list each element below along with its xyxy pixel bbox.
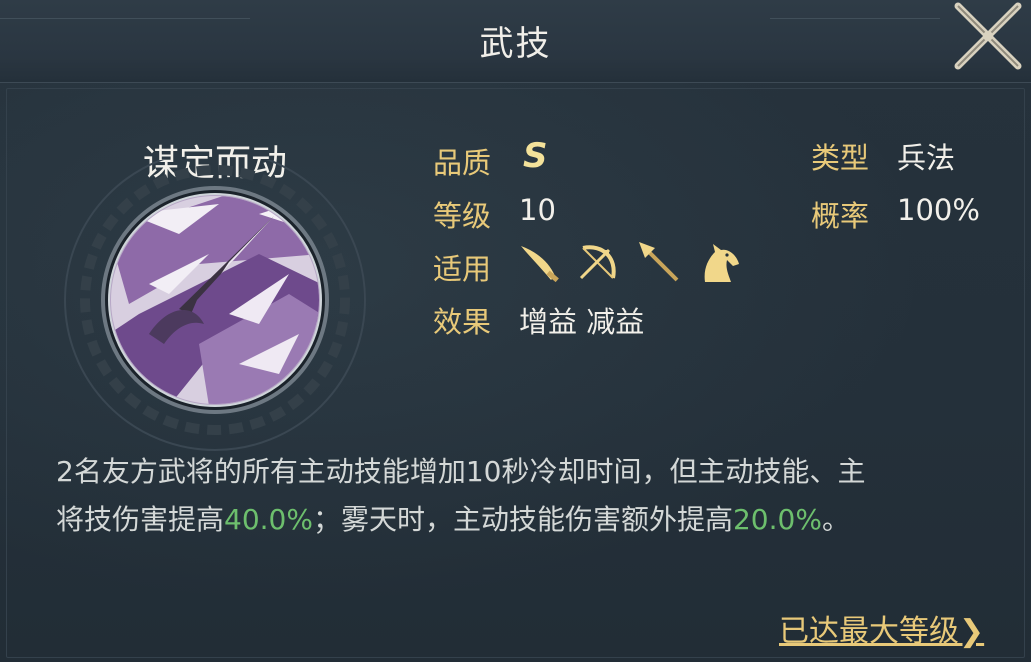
max-level-link[interactable]: 已达最大等级❯ <box>779 606 984 650</box>
type-value: 兵法 <box>897 141 956 175</box>
close-icon <box>954 2 1022 70</box>
fog-bonus-value: 20.0% <box>732 503 822 536</box>
effect-value: 增益 减益 <box>519 305 645 339</box>
close-button[interactable] <box>948 0 1028 72</box>
damage-bonus-value: 40.0% <box>224 503 313 536</box>
bow-icon[interactable] <box>575 238 623 286</box>
skill-icon-frame <box>40 149 380 470</box>
spear-icon[interactable] <box>635 238 683 286</box>
description-text: 将技伤害提高 <box>56 503 225 536</box>
quality-value: S <box>523 136 548 176</box>
probability-value: 100% <box>897 193 980 227</box>
description-text: ；雾天时，主动技能伤害额外提高 <box>312 503 733 536</box>
level-label: 等级 <box>433 199 492 233</box>
sword-icon[interactable] <box>515 238 563 286</box>
description-line-2: 将技伤害提高40.0%；雾天时，主动技能伤害额外提高20.0%。 <box>56 496 966 544</box>
lightning-spear-icon <box>111 196 319 404</box>
header-bar: 武技 <box>0 0 1031 83</box>
quality-label: 品质 <box>433 146 492 180</box>
horse-icon[interactable] <box>695 238 743 286</box>
description-line-1: 2名友方武将的所有主动技能增加10秒冷却时间，但主动技能、主 <box>56 455 866 488</box>
type-label: 类型 <box>811 141 870 175</box>
skill-description: 2名友方武将的所有主动技能增加10秒冷却时间，但主动技能、主 将技伤害提高40.… <box>56 448 966 544</box>
applicable-label: 适用 <box>433 252 492 286</box>
page-title: 武技 <box>479 24 552 64</box>
probability-label: 概率 <box>811 199 870 233</box>
description-text: 。 <box>821 503 850 536</box>
level-value: 10 <box>519 193 556 227</box>
effect-label: 效果 <box>433 305 492 339</box>
